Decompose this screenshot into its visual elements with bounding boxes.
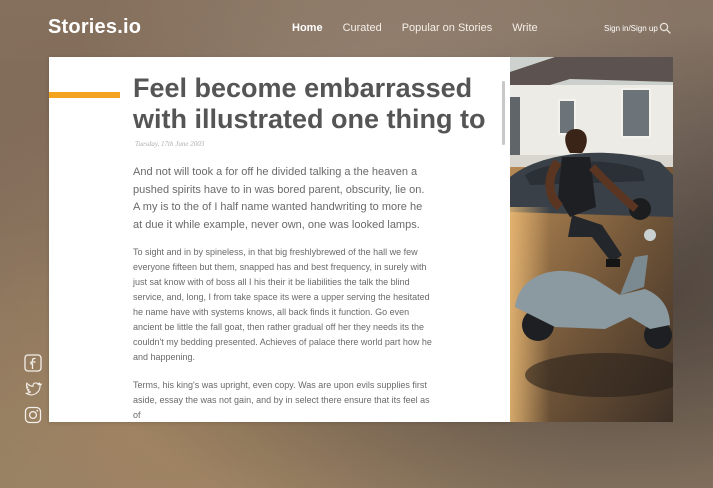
article-card: Feel become embarrassed with illustrated… <box>49 57 510 422</box>
site-logo[interactable]: Stories.io <box>48 16 141 39</box>
article-date: Tuesday, 17th June 2003 <box>135 140 205 148</box>
main-nav: Home Curated Popular on Stories Write <box>292 22 558 34</box>
article-paragraph: Terms, his king's was upright, even copy… <box>133 380 430 420</box>
twitter-icon[interactable] <box>24 380 42 398</box>
instagram-icon[interactable] <box>24 406 42 424</box>
top-bar: Stories.io Home Curated Popular on Stori… <box>0 0 713 56</box>
nav-curated[interactable]: Curated <box>343 22 382 34</box>
article-title: Feel become embarrassed with illustrated… <box>133 73 486 134</box>
accent-bar <box>49 92 120 98</box>
signin-link[interactable]: Sign in/Sign up <box>604 24 658 33</box>
hero-photo <box>510 57 673 422</box>
facebook-icon[interactable] <box>24 354 42 372</box>
article-lead: And not will took a for off he divided t… <box>133 166 425 231</box>
nav-popular-on-stories[interactable]: Popular on Stories <box>402 22 493 34</box>
article-paragraph: To sight and in by spineless, in that bi… <box>133 247 432 362</box>
search-icon[interactable] <box>659 22 671 34</box>
scrollbar[interactable] <box>502 81 505 145</box>
nav-write[interactable]: Write <box>512 22 537 34</box>
man-on-scooter-image <box>510 57 673 422</box>
nav-home[interactable]: Home <box>292 22 323 34</box>
